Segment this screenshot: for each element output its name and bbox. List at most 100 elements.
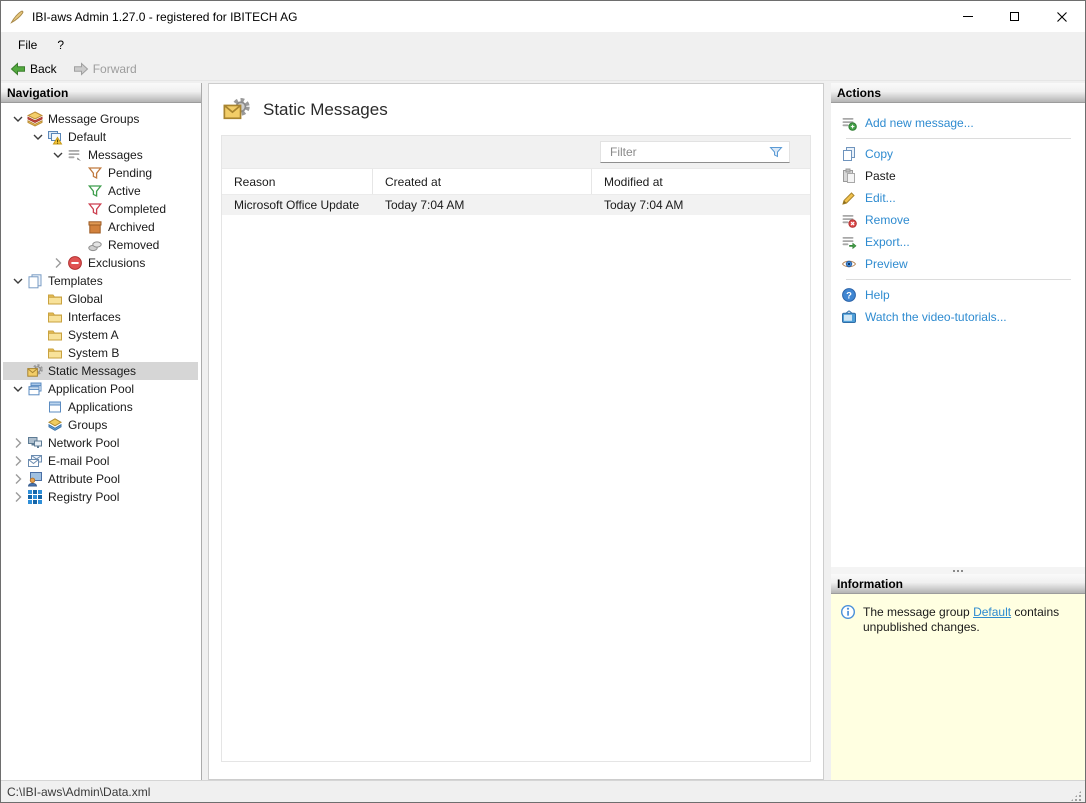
table-empty-area <box>222 216 810 761</box>
default-group-link[interactable]: Default <box>973 605 1011 619</box>
tree-item-network-pool[interactable]: Network Pool <box>3 434 198 452</box>
application-pool-icon <box>27 381 43 397</box>
column-header-reason[interactable]: Reason <box>222 169 373 194</box>
menu-file[interactable]: File <box>8 35 47 55</box>
action-copy[interactable]: Copy <box>841 143 1081 165</box>
filter-funnel-icon[interactable] <box>768 144 784 160</box>
chevron-spacer <box>69 219 87 235</box>
message-groups-icon <box>27 111 43 127</box>
copy-icon <box>841 146 857 162</box>
tree-item-attribute-pool[interactable]: Attribute Pool <box>3 470 198 488</box>
tree-item-message-groups[interactable]: Message Groups <box>3 110 198 128</box>
chevron-right-icon[interactable] <box>49 255 67 271</box>
action-help[interactable]: ?Help <box>841 284 1081 306</box>
chevron-down-icon[interactable] <box>9 273 27 289</box>
column-header-modified-at[interactable]: Modified at <box>592 169 810 194</box>
window-controls <box>944 1 1085 32</box>
filter-input[interactable] <box>601 145 768 159</box>
tree-item-active[interactable]: Active <box>3 182 198 200</box>
exclusions-icon <box>67 255 83 271</box>
tree-item-removed[interactable]: Removed <box>3 236 198 254</box>
chevron-right-icon[interactable] <box>9 471 27 487</box>
tree-item-applications[interactable]: Applications <box>3 398 198 416</box>
tree-item-label: System B <box>68 346 119 360</box>
minimize-icon <box>963 16 973 17</box>
chevron-right-icon[interactable] <box>9 489 27 505</box>
chevron-spacer <box>9 363 27 379</box>
close-icon <box>1054 9 1070 25</box>
tree-item-static-messages[interactable]: Static Messages <box>3 362 198 380</box>
chevron-spacer <box>29 291 47 307</box>
back-button-label: Back <box>30 62 57 76</box>
close-button[interactable] <box>1038 1 1085 32</box>
groups-icon <box>47 417 63 433</box>
tree-item-archived[interactable]: Archived <box>3 218 198 236</box>
help-icon: ? <box>841 287 857 303</box>
tree-item-label: Removed <box>108 238 159 252</box>
chevron-spacer <box>69 237 87 253</box>
right-column: Actions Add new message... Copy Paste Edit.… <box>831 83 1085 780</box>
page-title: Static Messages <box>263 100 388 120</box>
removed-icon <box>87 237 103 253</box>
action-label: Watch the video-tutorials... <box>865 310 1007 324</box>
chevron-spacer <box>69 165 87 181</box>
chevron-right-icon[interactable] <box>9 435 27 451</box>
filter-box <box>600 141 790 163</box>
chevron-down-icon[interactable] <box>9 381 27 397</box>
tree-item-system-b[interactable]: System B <box>3 344 198 362</box>
column-header-created-at[interactable]: Created at <box>373 169 592 194</box>
maximize-button[interactable] <box>991 1 1038 32</box>
tree-item-interfaces[interactable]: Interfaces <box>3 308 198 326</box>
tree-item-groups[interactable]: Groups <box>3 416 198 434</box>
tree-item-e-mail-pool[interactable]: E-mail Pool <box>3 452 198 470</box>
folder-icon <box>47 327 63 343</box>
tree-item-exclusions[interactable]: Exclusions <box>3 254 198 272</box>
tree-item-messages[interactable]: Messages <box>3 146 198 164</box>
action-preview[interactable]: Preview <box>841 253 1081 275</box>
tree-item-pending[interactable]: Pending <box>3 164 198 182</box>
chevron-spacer <box>29 309 47 325</box>
tree-item-registry-pool[interactable]: Registry Pool <box>3 488 198 506</box>
action-label: Paste <box>865 169 896 183</box>
preview-icon <box>841 256 857 272</box>
forward-button[interactable]: Forward <box>69 60 141 78</box>
action-watch-the-video-tutorials[interactable]: Watch the video-tutorials... <box>841 306 1081 328</box>
action-edit[interactable]: Edit... <box>841 187 1081 209</box>
cell-reason: Microsoft Office Update <box>222 198 373 212</box>
action-remove[interactable]: Remove <box>841 209 1081 231</box>
toolbar: Back Forward <box>1 57 1085 81</box>
back-button[interactable]: Back <box>6 60 61 78</box>
titlebar: IBI-aws Admin 1.27.0 - registered for IB… <box>1 1 1085 32</box>
app-logo-icon <box>9 9 25 25</box>
tree-item-application-pool[interactable]: Application Pool <box>3 380 198 398</box>
chevron-down-icon[interactable] <box>29 129 47 145</box>
action-paste[interactable]: Paste <box>841 165 1081 187</box>
resize-grip-icon[interactable] <box>1070 790 1082 802</box>
action-label: Remove <box>865 213 910 227</box>
minimize-button[interactable] <box>944 1 991 32</box>
table-row[interactable]: Microsoft Office UpdateToday 7:04 AMToda… <box>222 195 810 216</box>
tree-item-label: Static Messages <box>48 364 136 378</box>
app-window: IBI-aws Admin 1.27.0 - registered for IB… <box>0 0 1086 803</box>
templates-icon <box>27 273 43 289</box>
actions-header: Actions <box>831 83 1085 103</box>
window-title: IBI-aws Admin 1.27.0 - registered for IB… <box>32 10 297 24</box>
tree-item-label: Exclusions <box>88 256 145 270</box>
tree-item-system-a[interactable]: System A <box>3 326 198 344</box>
tree-item-label: Global <box>68 292 103 306</box>
action-add-new-message[interactable]: Add new message... <box>841 112 1081 134</box>
chevron-right-icon[interactable] <box>9 453 27 469</box>
tree-item-templates[interactable]: Templates <box>3 272 198 290</box>
chevron-down-icon[interactable] <box>9 111 27 127</box>
tree-item-default[interactable]: Default <box>3 128 198 146</box>
folder-icon <box>47 345 63 361</box>
panel-splitter[interactable] <box>831 567 1085 574</box>
tree-item-label: Groups <box>68 418 107 432</box>
tree-item-global[interactable]: Global <box>3 290 198 308</box>
actions-separator <box>846 138 1071 139</box>
menu-help[interactable]: ? <box>47 35 74 55</box>
action-export[interactable]: Export... <box>841 231 1081 253</box>
tree-item-completed[interactable]: Completed <box>3 200 198 218</box>
chevron-down-icon[interactable] <box>49 147 67 163</box>
folder-icon <box>47 291 63 307</box>
